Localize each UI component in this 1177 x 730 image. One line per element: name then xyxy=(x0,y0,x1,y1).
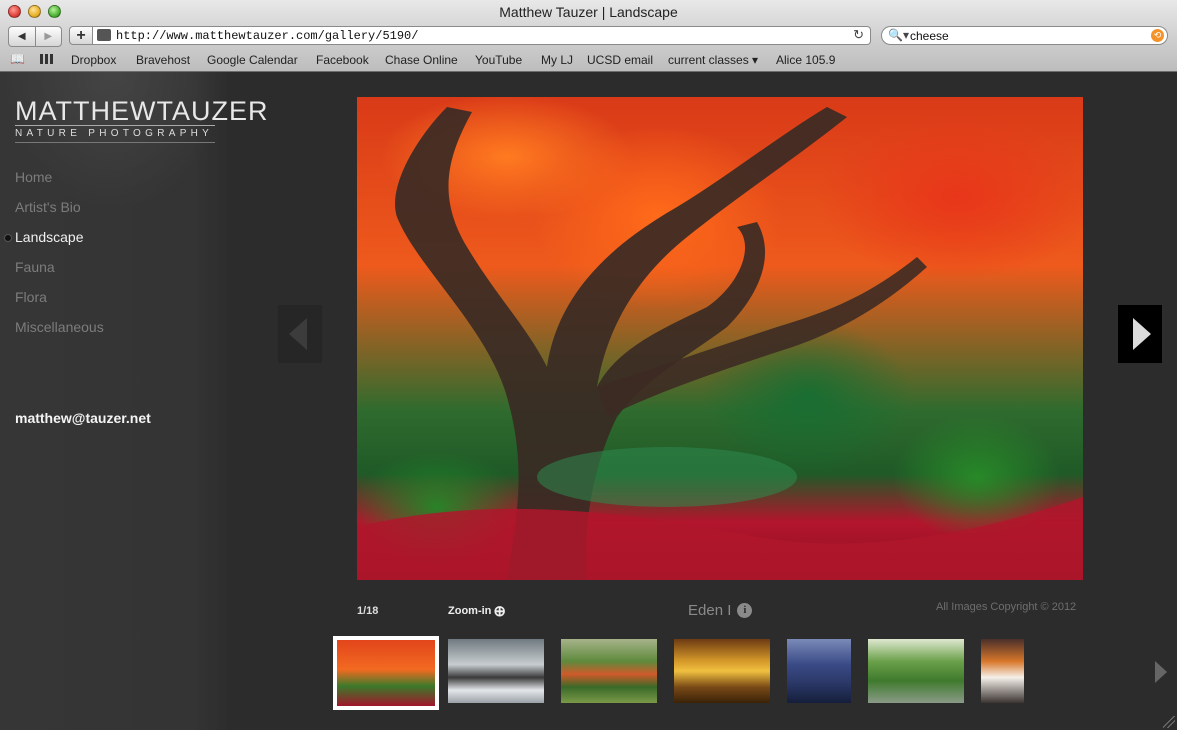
info-icon[interactable]: i xyxy=(737,603,753,618)
address-bar[interactable]: http://www.matthewtauzer.com/gallery/519… xyxy=(93,26,871,45)
tree-illustration xyxy=(357,107,1083,580)
window-title: Matthew Tauzer | Landscape xyxy=(499,4,678,20)
thumbnail-4[interactable] xyxy=(674,639,770,703)
bookmark-folder[interactable]: current classes ▾ xyxy=(668,53,758,67)
search-icon[interactable]: 🔍▾ xyxy=(888,28,909,42)
minimize-window-button[interactable] xyxy=(28,5,41,18)
close-window-button[interactable] xyxy=(8,5,21,18)
bookmark-link[interactable]: Google Calendar xyxy=(207,53,298,67)
nav-item-home[interactable]: Home xyxy=(15,169,104,199)
nav-item-landscape[interactable]: Landscape xyxy=(4,229,104,259)
photo-counter: 1/18 xyxy=(357,605,379,617)
bookmark-link[interactable]: YouTube xyxy=(475,53,522,67)
reload-icon[interactable]: ↻ xyxy=(853,27,864,43)
site-sidebar: MATTHEWTAUZER NATURE PHOTOGRAPHY Home Ar… xyxy=(0,72,269,730)
browser-chrome: Matthew Tauzer | Landscape ◀ ▶ + http://… xyxy=(0,0,1177,72)
photo-title: Eden I i xyxy=(688,602,753,619)
thumbnail-5[interactable] xyxy=(787,639,851,703)
zoom-in-button[interactable]: Zoom-in ⊕ xyxy=(448,602,506,620)
thumbnails-next-arrow-icon[interactable] xyxy=(1155,661,1167,683)
top-sites-grid-icon[interactable] xyxy=(40,54,53,64)
history-buttons: ◀ ▶ xyxy=(8,26,62,47)
back-button[interactable]: ◀ xyxy=(9,27,35,46)
main-photo[interactable] xyxy=(357,97,1083,580)
next-photo-button[interactable] xyxy=(1118,305,1162,363)
forward-button[interactable]: ▶ xyxy=(34,27,62,46)
add-bookmark-button[interactable]: + xyxy=(69,26,93,45)
contact-email-link[interactable]: matthew@tauzer.net xyxy=(15,410,151,426)
logo-name: MATTHEWTAUZER xyxy=(15,96,269,126)
zoom-window-button[interactable] xyxy=(48,5,61,18)
bookmark-link[interactable]: UCSD email xyxy=(587,53,653,67)
zoom-label: Zoom-in xyxy=(448,605,492,617)
window-resize-grip[interactable] xyxy=(1163,716,1175,728)
bookmark-link[interactable]: Alice 105.9 xyxy=(776,53,835,67)
bookmarks-bar: 📖 Dropbox Bravehost Google Calendar Face… xyxy=(0,52,1177,68)
bookmark-link[interactable]: Bravehost xyxy=(136,53,190,67)
window-controls xyxy=(8,5,61,18)
thumbnail-6[interactable] xyxy=(868,639,964,703)
thumbnail-7[interactable] xyxy=(981,639,1024,703)
magnifier-plus-icon[interactable]: ⊕ xyxy=(493,602,506,620)
photo-title-text: Eden I xyxy=(688,602,732,619)
nav-item-miscellaneous[interactable]: Miscellaneous xyxy=(15,319,104,349)
bookmark-link[interactable]: Dropbox xyxy=(71,53,116,67)
thumbnail-2[interactable] xyxy=(448,639,544,703)
bookmarks-book-icon[interactable]: 📖 xyxy=(10,52,25,66)
previous-photo-button[interactable] xyxy=(278,305,322,363)
nav-item-artists-bio[interactable]: Artist's Bio xyxy=(15,199,104,229)
site-nav: Home Artist's Bio Landscape Fauna Flora … xyxy=(4,169,104,349)
search-input[interactable]: cheese xyxy=(910,29,949,43)
nav-item-fauna[interactable]: Fauna xyxy=(15,259,104,289)
search-field[interactable]: 🔍▾ cheese ⟲ xyxy=(881,26,1168,45)
bookmark-link[interactable]: Chase Online xyxy=(385,53,458,67)
nav-item-flora[interactable]: Flora xyxy=(15,289,104,319)
site-favicon-icon xyxy=(97,29,111,41)
search-clear-icon[interactable]: ⟲ xyxy=(1151,29,1164,42)
thumbnail-1[interactable] xyxy=(333,636,439,710)
url-text[interactable]: http://www.matthewtauzer.com/gallery/519… xyxy=(116,29,418,43)
thumbnail-3[interactable] xyxy=(561,639,657,703)
bookmark-link[interactable]: Facebook xyxy=(316,53,369,67)
logo-tagline: NATURE PHOTOGRAPHY xyxy=(15,128,214,139)
bookmark-link[interactable]: My LJ xyxy=(541,53,573,67)
site-logo[interactable]: MATTHEWTAUZER NATURE PHOTOGRAPHY xyxy=(15,96,269,143)
copyright-notice: All Images Copyright © 2012 xyxy=(936,601,1077,613)
